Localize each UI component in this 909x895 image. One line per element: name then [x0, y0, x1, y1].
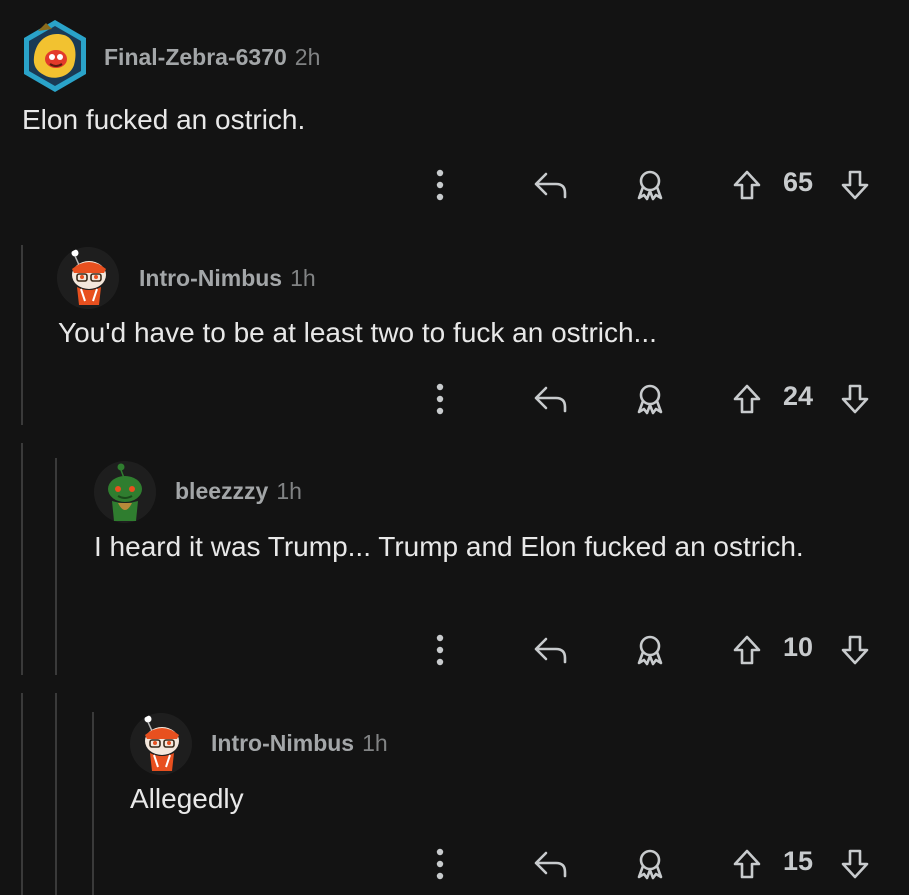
comment-actions: 15 [0, 842, 909, 886]
reply-icon [534, 851, 567, 878]
comment-actions: 10 [0, 628, 909, 672]
upvote-icon [733, 849, 761, 879]
award-icon [637, 384, 663, 415]
comment-body: I heard it was Trump... Trump and Elon f… [94, 531, 804, 562]
user-avatar[interactable] [57, 247, 119, 309]
comment-body: Allegedly [130, 783, 244, 814]
comment-actions: 24 [0, 377, 909, 421]
downvote-button[interactable] [838, 842, 872, 886]
downvote-button[interactable] [838, 628, 872, 672]
more-options-button[interactable] [425, 628, 455, 672]
user-avatar[interactable] [94, 461, 156, 523]
more-options-button[interactable] [425, 163, 455, 207]
more-options-icon [436, 169, 444, 201]
upvote-button[interactable] [730, 377, 764, 421]
downvote-button[interactable] [838, 163, 872, 207]
downvote-icon [841, 849, 869, 879]
vote-score: 10 [783, 632, 814, 662]
more-options-icon [436, 848, 444, 880]
reply-button[interactable] [528, 377, 572, 421]
reply-button[interactable] [528, 842, 572, 886]
user-avatar[interactable] [130, 713, 192, 775]
upvote-icon [733, 384, 761, 414]
downvote-icon [841, 635, 869, 665]
reply-button[interactable] [528, 628, 572, 672]
username[interactable]: Intro-Nimbus [139, 265, 282, 291]
vote-score: 24 [783, 381, 814, 411]
username[interactable]: Final-Zebra-6370 [104, 44, 287, 70]
award-button[interactable] [628, 628, 672, 672]
comment-body: You'd have to be at least two to fuck an… [58, 317, 657, 348]
comment-actions: 65 [0, 163, 909, 207]
award-icon [637, 170, 663, 201]
more-options-button[interactable] [425, 377, 455, 421]
reply-button[interactable] [528, 163, 572, 207]
username[interactable]: Intro-Nimbus [211, 730, 354, 756]
downvote-icon [841, 170, 869, 200]
timestamp: 2h [294, 44, 321, 70]
more-options-icon [436, 383, 444, 415]
award-icon [637, 849, 663, 880]
reply-icon [534, 637, 567, 664]
award-icon [637, 635, 663, 666]
downvote-icon [841, 384, 869, 414]
reply-icon [534, 172, 567, 199]
upvote-button[interactable] [730, 842, 764, 886]
timestamp: 1h [290, 265, 316, 291]
vote-score: 15 [783, 846, 814, 876]
more-options-icon [436, 634, 444, 666]
upvote-icon [733, 635, 761, 665]
downvote-button[interactable] [838, 377, 872, 421]
reply-icon [534, 386, 567, 413]
timestamp: 1h [276, 478, 302, 504]
comment-body: Elon fucked an ostrich. [22, 104, 306, 135]
vote-score: 65 [783, 167, 814, 197]
username[interactable]: bleezzzy [175, 478, 268, 504]
upvote-icon [733, 170, 761, 200]
award-button[interactable] [628, 377, 672, 421]
more-options-button[interactable] [425, 842, 455, 886]
upvote-button[interactable] [730, 163, 764, 207]
upvote-button[interactable] [730, 628, 764, 672]
user-avatar[interactable] [20, 17, 90, 95]
award-button[interactable] [628, 163, 672, 207]
timestamp: 1h [362, 730, 388, 756]
award-button[interactable] [628, 842, 672, 886]
